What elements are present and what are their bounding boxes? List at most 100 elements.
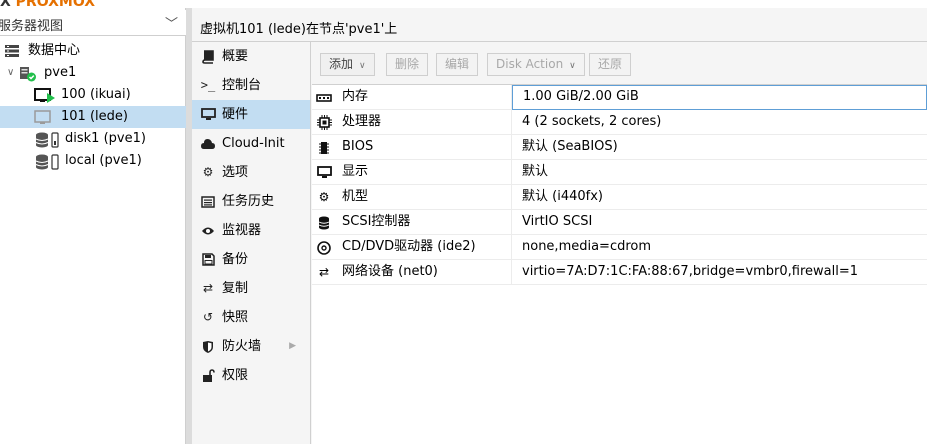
nav-item-replication[interactable]: ⇄ 复制 <box>192 274 310 303</box>
gear-icon: ⚙ <box>202 165 214 179</box>
table-row-display[interactable]: 显示 默认 <box>312 160 927 185</box>
tree-item-label: pve1 <box>44 65 77 80</box>
expand-arrow-icon[interactable]: ▶ <box>289 332 296 361</box>
table-row-cdrom[interactable]: CD/DVD驱动器 (ide2) none,media=cdrom <box>312 235 927 260</box>
server-online-icon <box>19 66 36 82</box>
tree-item-storage-local[interactable]: local (pve1) <box>0 150 186 172</box>
view-selector[interactable]: 服务器视图 ﹀ <box>0 10 186 36</box>
expand-toggle-icon[interactable]: ∨ <box>7 62 14 84</box>
floppy-icon <box>200 245 216 274</box>
hardware-value-cell: 默认 (i440fx) <box>522 189 603 204</box>
table-row-memory[interactable]: 内存 1.00 GiB/2.00 GiB <box>312 85 927 110</box>
hardware-grid: 内存 1.00 GiB/2.00 GiB 处理器 4 (2 sockets, 2… <box>312 85 927 285</box>
nav-item-label: 概要 <box>222 49 249 64</box>
tree-item-node-pve1[interactable]: ∨ pve1 <box>0 62 186 84</box>
vm-config-nav: 概要 >_ 控制台 硬件 Cloud-Init ⚙ 选项 任务历史 监视器 备份… <box>192 42 311 444</box>
add-button[interactable]: 添加 ∨ <box>320 53 375 76</box>
page-title: 虚拟机101 (lede)在节点'pve1'上 <box>200 22 398 37</box>
nav-item-label: 任务历史 <box>222 194 275 209</box>
nav-item-summary[interactable]: 概要 <box>192 42 310 71</box>
tree-item-label: disk1 (pve1) <box>65 131 146 146</box>
disk-action-button[interactable]: Disk Action ∨ <box>487 53 585 76</box>
cloud-icon <box>200 129 216 158</box>
hardware-name: 内存 <box>342 89 369 104</box>
revert-button[interactable]: 还原 <box>589 53 632 76</box>
hardware-name: 网络设备 (net0) <box>342 264 438 279</box>
storage-icon <box>35 132 59 148</box>
nav-item-snapshots[interactable]: ↺ 快照 <box>192 303 310 332</box>
cdrom-icon <box>315 235 333 259</box>
hardware-name-cell: 内存 <box>312 85 512 110</box>
hardware-value-cell: 默认 (SeaBIOS) <box>522 139 618 154</box>
nav-item-permissions[interactable]: 权限 <box>192 361 310 390</box>
hardware-name: 处理器 <box>342 114 382 129</box>
table-row-bios[interactable]: BIOS 默认 (SeaBIOS) <box>312 135 927 160</box>
hardware-name-cell: 显示 <box>312 160 512 185</box>
storage-icon <box>35 154 59 170</box>
database-icon <box>315 210 333 234</box>
tree-item-vm-101[interactable]: 101 (lede) <box>0 106 186 128</box>
nav-item-label: 监视器 <box>222 223 262 238</box>
hardware-name-cell: BIOS <box>312 135 512 160</box>
list-icon <box>200 187 216 216</box>
desktop-icon <box>315 160 333 184</box>
tree-item-vm-100[interactable]: 100 (ikuai) <box>0 84 186 106</box>
nav-item-firewall[interactable]: 防火墙 ▶ <box>192 332 310 361</box>
chevron-down-icon: ∨ <box>569 61 576 71</box>
nav-item-label: 权限 <box>222 368 249 383</box>
resource-tree: 数据中心 ∨ pve1 100 (ikuai) 101 (lede) disk1… <box>0 40 186 172</box>
shield-icon <box>200 332 216 361</box>
table-row-scsi-controller[interactable]: SCSI控制器 VirtIO SCSI <box>312 210 927 235</box>
hardware-value-cell: 1.00 GiB/2.00 GiB <box>512 85 927 110</box>
hardware-value-cell: virtio=7A:D7:1C:FA:88:67,bridge=vmbr0,fi… <box>522 264 859 279</box>
nav-item-label: Cloud-Init <box>222 136 285 151</box>
tree-item-datacenter[interactable]: 数据中心 <box>0 40 186 62</box>
nav-item-label: 复制 <box>222 281 249 296</box>
hardware-value-cell: 默认 <box>522 164 549 179</box>
remove-button[interactable]: 删除 <box>386 53 429 76</box>
disk-action-label: Disk Action <box>496 57 564 71</box>
nav-item-console[interactable]: >_ 控制台 <box>192 71 310 100</box>
tree-item-label: 100 (ikuai) <box>61 87 131 102</box>
cogs-icon: ⚙ <box>318 190 330 204</box>
nav-item-monitor[interactable]: 监视器 <box>192 216 310 245</box>
hardware-value-cell: 4 (2 sockets, 2 cores) <box>522 114 662 129</box>
hardware-name-cell: ⚙ 机型 <box>312 185 512 210</box>
content-header: 虚拟机101 (lede)在节点'pve1'上 <box>192 8 927 42</box>
tree-item-storage-disk1[interactable]: disk1 (pve1) <box>0 128 186 150</box>
hardware-toolbar: 添加 ∨ 删除 编辑 Disk Action ∨ 还原 <box>312 42 927 85</box>
hardware-name: CD/DVD驱动器 (ide2) <box>342 239 476 254</box>
unlock-icon <box>200 361 216 390</box>
vm-running-icon <box>34 88 55 103</box>
history-icon: ↺ <box>202 310 214 324</box>
datacenter-icon <box>4 44 20 58</box>
nav-item-label: 硬件 <box>222 107 249 122</box>
nav-item-label: 防火墙 <box>222 339 262 354</box>
tree-item-label: 数据中心 <box>28 43 81 58</box>
chevron-down-icon[interactable]: ﹀ <box>165 13 178 32</box>
table-row-network[interactable]: ⇄ 网络设备 (net0) virtio=7A:D7:1C:FA:88:67,b… <box>312 260 927 285</box>
edit-button[interactable]: 编辑 <box>436 53 479 76</box>
add-button-label: 添加 <box>329 57 354 71</box>
hardware-value-cell: VirtIO SCSI <box>522 214 593 229</box>
retweet-icon: ⇄ <box>202 281 214 295</box>
hardware-value-cell: none,media=cdrom <box>522 239 652 254</box>
table-row-machine[interactable]: ⚙ 机型 默认 (i440fx) <box>312 185 927 210</box>
cpu-icon <box>315 110 333 134</box>
table-row-processor[interactable]: 处理器 4 (2 sockets, 2 cores) <box>312 110 927 135</box>
tree-item-label: 101 (lede) <box>61 109 128 124</box>
memory-icon <box>315 85 333 109</box>
hardware-name-cell: ⇄ 网络设备 (net0) <box>312 260 512 285</box>
nav-item-backup[interactable]: 备份 <box>192 245 310 274</box>
exchange-icon: ⇄ <box>318 265 330 279</box>
nav-item-task-history[interactable]: 任务历史 <box>192 187 310 216</box>
nav-item-options[interactable]: ⚙ 选项 <box>192 158 310 187</box>
nav-item-hardware[interactable]: 硬件 <box>192 100 310 129</box>
remove-button-label: 删除 <box>395 57 420 71</box>
nav-item-cloud-init[interactable]: Cloud-Init <box>192 129 310 158</box>
desktop-icon <box>200 100 216 129</box>
hardware-name-cell: SCSI控制器 <box>312 210 512 235</box>
eye-icon <box>200 216 216 245</box>
hardware-name: SCSI控制器 <box>342 214 411 229</box>
view-selector-value: 服务器视图 <box>0 19 64 34</box>
